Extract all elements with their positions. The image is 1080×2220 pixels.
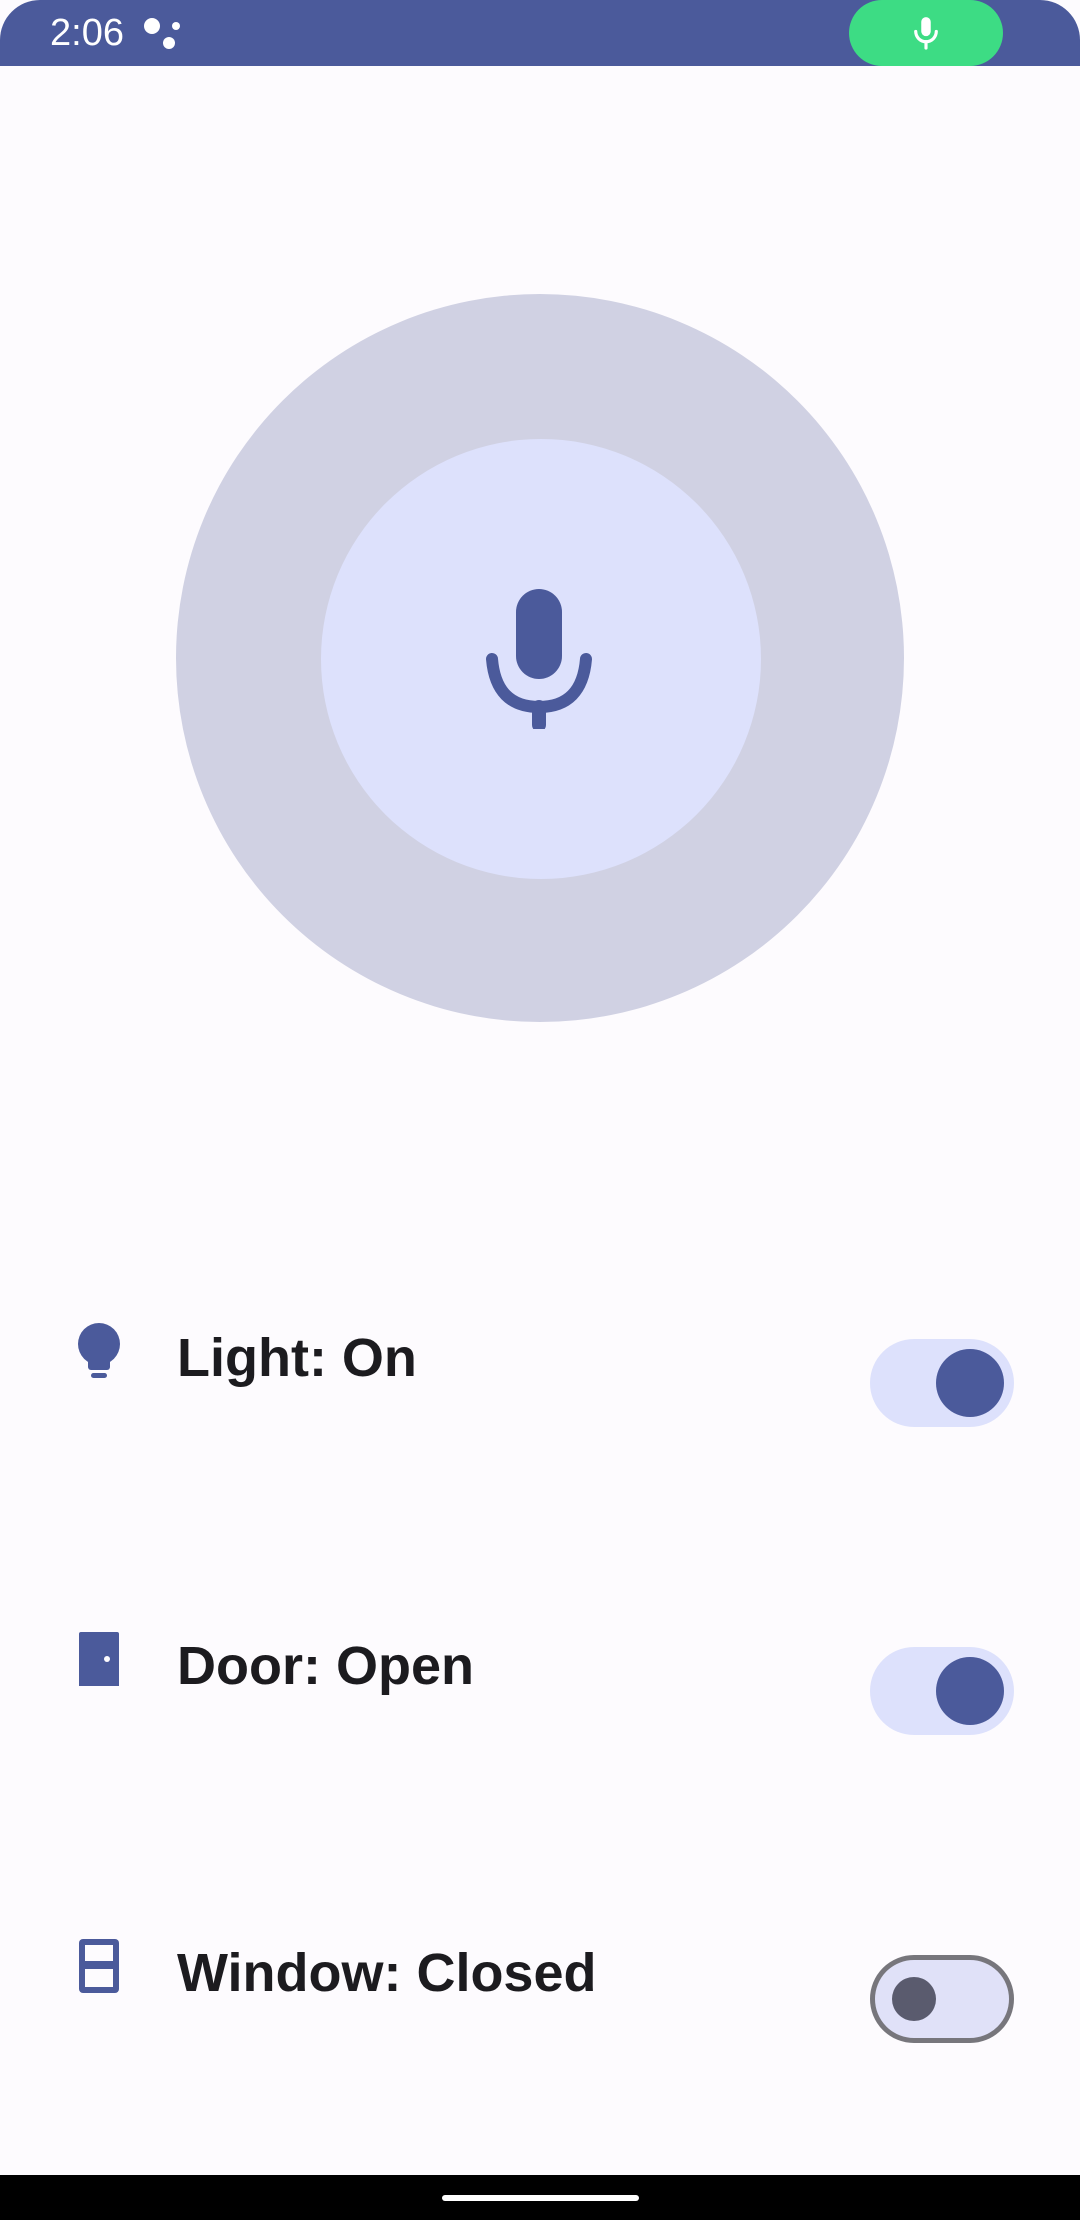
window-label: Window: Closed [177,1943,597,2003]
mic-icon [486,589,592,729]
door-switch[interactable] [870,1647,1014,1735]
switch-thumb [936,1657,1004,1725]
light-switch[interactable] [870,1339,1014,1427]
screen: 2:06 Light: On Door: Open Window: Closed [0,0,1080,2220]
switch-thumb [936,1349,1004,1417]
navigation-bar [0,2175,1080,2220]
mic-in-use-indicator[interactable] [849,0,1003,66]
door-label: Door: Open [177,1636,474,1696]
voice-button[interactable] [321,439,761,879]
assistant-icon [142,16,182,52]
status-bar: 2:06 [0,0,1080,66]
status-time: 2:06 [50,12,124,54]
lightbulb-icon [75,1322,123,1382]
window-icon [75,1937,123,1997]
home-handle[interactable] [442,2195,639,2201]
light-label: Light: On [177,1328,417,1388]
mic-small-icon [914,17,938,50]
door-icon [75,1630,123,1690]
window-switch[interactable] [870,1955,1014,2043]
switch-thumb [892,1977,936,2021]
